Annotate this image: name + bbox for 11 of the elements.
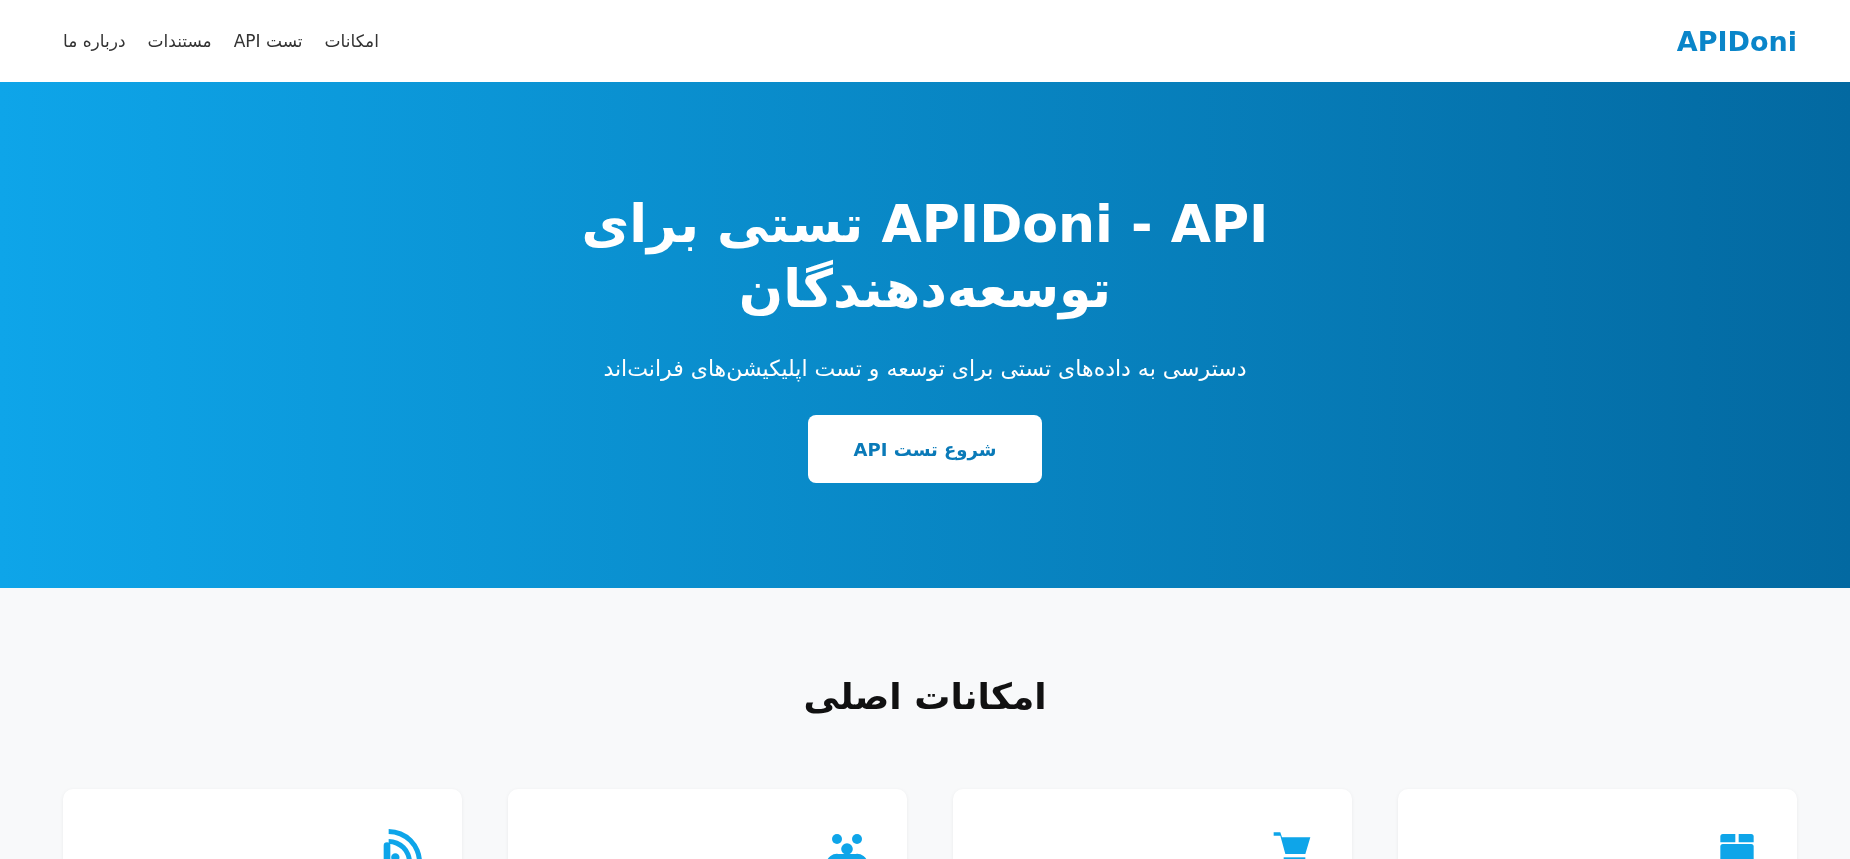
start-button[interactable]: شروع تست API xyxy=(808,415,1042,483)
hero-title: APIDoni - API تستی برای توسعه‌دهندگان xyxy=(580,193,1270,322)
cart-icon xyxy=(1272,829,1312,859)
feed-icon xyxy=(382,829,422,859)
logo[interactable]: APIDoni xyxy=(1676,25,1797,57)
nav-link[interactable]: مستندات xyxy=(147,31,212,51)
nav-link[interactable]: تست API xyxy=(233,31,303,51)
section-heading: امکانات اصلی xyxy=(802,676,1048,717)
hero-subtitle: دسترسی به داده‌های تستی برای توسعه و تست اپلیکیشن‌های فرانت‌اند xyxy=(602,356,1248,381)
nav-link[interactable]: درباره ما xyxy=(63,31,126,51)
nav-link[interactable]: امکانات xyxy=(324,31,379,51)
